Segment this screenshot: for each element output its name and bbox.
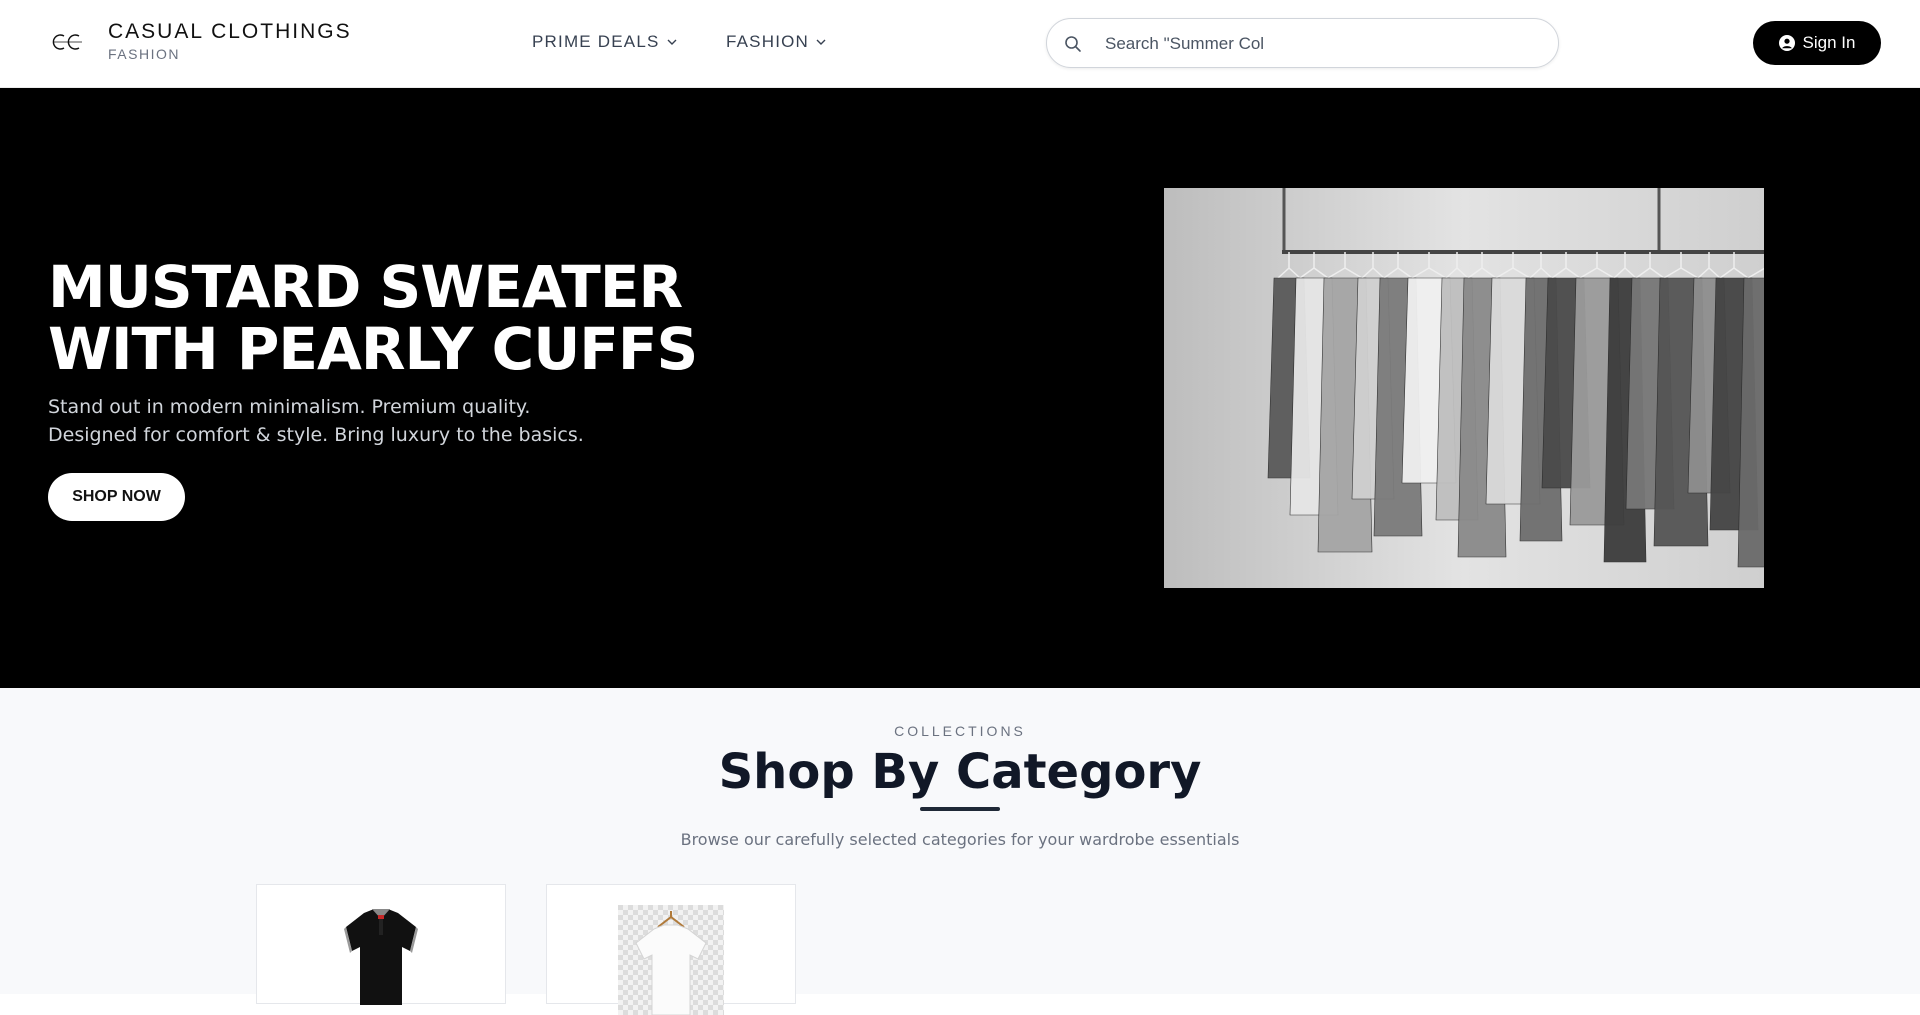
brand-tagline: FASHION [108,46,180,62]
brand[interactable]: CASUAL CLOTHINGS FASHION [108,20,352,62]
nav-fashion[interactable]: FASHION [726,32,827,52]
clothing-rack-image [1164,188,1764,588]
nav-label: FASHION [726,32,810,51]
sign-in-label: Sign In [1802,33,1856,52]
title-underline [920,807,1000,811]
site-header: CASUAL CLOTHINGS FASHION PRIME DEALS FAS… [0,0,1920,88]
hero-subtitle: Stand out in modern minimalism. Premium … [48,396,584,446]
cc-monogram-icon[interactable] [48,22,88,62]
category-section: COLLECTIONS Shop By Category Browse our … [0,688,1920,1015]
category-card[interactable] [546,884,796,1015]
nav-prime-deals[interactable]: PRIME DEALS [532,32,678,52]
search-input[interactable] [1105,31,1525,57]
shop-now-button[interactable]: SHOP NOW [48,473,185,521]
chevron-down-icon [667,39,677,45]
sign-in-button[interactable]: Sign In [1753,21,1881,65]
user-icon [1778,35,1795,51]
hero-banner: MUSTARD SWEATER WITH PEARLY CUFFS Stand … [0,88,1920,688]
white-tshirt-image [618,905,724,1015]
search-icon [1065,36,1081,52]
black-polo-shirt-image [344,909,418,1005]
category-card[interactable] [256,884,506,1005]
section-description: Browse our carefully selected categories… [680,830,1240,849]
nav-label: PRIME DEALS [532,32,660,51]
search-box [1046,18,1559,68]
chevron-down-icon [816,39,826,45]
section-kicker: COLLECTIONS [894,723,1026,739]
brand-name: CASUAL CLOTHINGS [108,20,352,43]
hero-title: MUSTARD SWEATER WITH PEARLY CUFFS [48,253,698,383]
section-title: Shop By Category [718,744,1202,800]
